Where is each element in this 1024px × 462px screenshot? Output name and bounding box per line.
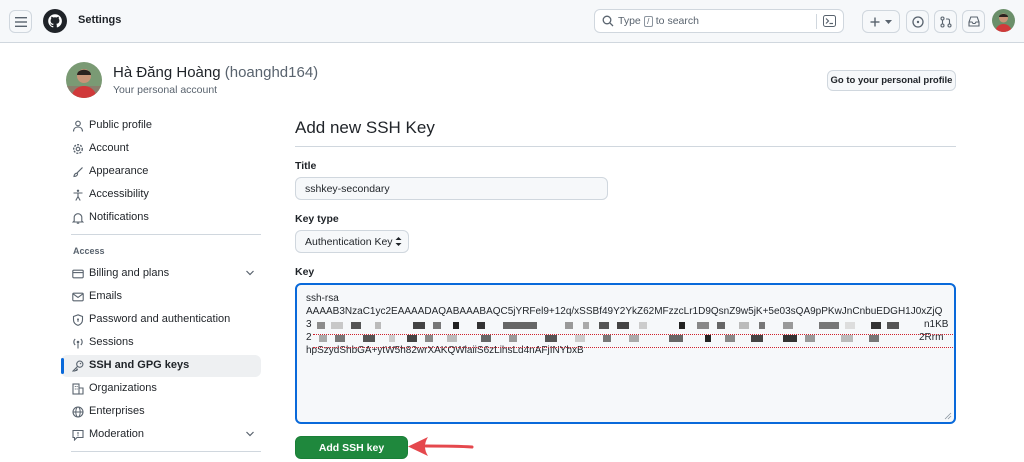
sidebar-item-emails[interactable]: Emails bbox=[61, 286, 261, 308]
sidebar-divider bbox=[71, 451, 261, 452]
gear-icon bbox=[72, 143, 84, 155]
issues-button[interactable] bbox=[906, 10, 929, 33]
key-textarea[interactable]: ssh-rsa AAAAB3NzaC1yc2EAAAADAQABAAABAQC5… bbox=[295, 283, 956, 424]
command-palette-icon[interactable] bbox=[823, 15, 836, 27]
key-line-start: 3 bbox=[306, 319, 312, 330]
sidebar-item-label: Moderation bbox=[89, 428, 145, 440]
search-placeholder-suffix: to search bbox=[655, 15, 699, 27]
sidebar-item-label: Organizations bbox=[89, 382, 157, 394]
sidebar-item-label: Accessibility bbox=[89, 188, 149, 200]
profile-avatar bbox=[66, 62, 102, 98]
menu-button[interactable] bbox=[9, 10, 32, 33]
key-line-end: n1KB bbox=[924, 319, 949, 330]
sidebar-item-enterprises[interactable]: Enterprises bbox=[61, 401, 261, 423]
sidebar-item-organizations[interactable]: Organizations bbox=[61, 378, 261, 400]
sidebar-item-label: Enterprises bbox=[89, 405, 145, 417]
sidebar-item-ssh-gpg-keys[interactable]: SSH and GPG keys bbox=[61, 355, 261, 377]
inbox-button[interactable] bbox=[962, 10, 985, 33]
git-pull-request-icon bbox=[939, 15, 952, 28]
select-arrows-icon bbox=[395, 237, 402, 246]
title-field-label: Title bbox=[295, 160, 317, 172]
sidebar-item-label: Billing and plans bbox=[89, 267, 170, 279]
inbox-icon bbox=[967, 16, 980, 27]
issue-opened-icon bbox=[911, 15, 924, 28]
page-context-title[interactable]: Settings bbox=[78, 14, 121, 26]
sidebar-item-label: Appearance bbox=[89, 165, 149, 177]
annotation-arrow-icon bbox=[408, 437, 474, 456]
search-divider bbox=[816, 14, 817, 29]
credit-card-icon bbox=[72, 269, 84, 279]
sidebar-item-label: Account bbox=[89, 142, 129, 154]
search-icon bbox=[602, 15, 614, 27]
sidebar-item-notifications[interactable]: Notifications bbox=[61, 207, 261, 229]
sidebar-item-public-profile[interactable]: Public profile bbox=[61, 115, 261, 137]
report-icon bbox=[72, 429, 84, 441]
key-field-label: Key bbox=[295, 266, 315, 278]
shield-lock-icon bbox=[72, 314, 84, 326]
sidebar-item-appearance[interactable]: Appearance bbox=[61, 161, 261, 183]
sidebar-item-label: Emails bbox=[89, 290, 123, 302]
user-avatar[interactable] bbox=[992, 9, 1015, 32]
person-icon bbox=[72, 120, 84, 132]
account-type-label: Your personal account bbox=[113, 84, 218, 96]
sidebar-item-label: Notifications bbox=[89, 211, 149, 223]
search-placeholder: Type / to search bbox=[618, 15, 699, 27]
sidebar-item-account[interactable]: Account bbox=[61, 138, 261, 160]
search-placeholder-prefix: Type bbox=[618, 15, 641, 27]
github-logo-icon[interactable] bbox=[43, 9, 67, 33]
search-input[interactable]: Type / to search bbox=[594, 9, 844, 33]
globe-icon bbox=[72, 406, 84, 418]
full-name: Hà Đăng Hoàng bbox=[113, 64, 221, 81]
title-field[interactable]: sshkey-secondary bbox=[295, 177, 608, 200]
sidebar-item-label: SSH and GPG keys bbox=[89, 359, 190, 371]
profile-display-name: Hà Đăng Hoàng (hoanghd164) bbox=[113, 64, 318, 81]
sidebar-divider bbox=[71, 234, 261, 235]
key-line: ssh-rsa bbox=[306, 293, 339, 304]
sidebar-section-access: Access bbox=[73, 246, 105, 256]
resize-handle-icon[interactable] bbox=[944, 412, 952, 420]
sidebar-item-label: Password and authentication bbox=[89, 313, 231, 325]
key-type-label: Key type bbox=[295, 213, 339, 225]
key-line-start: 2 bbox=[306, 332, 312, 343]
add-ssh-key-button[interactable]: Add SSH key bbox=[295, 436, 408, 459]
heading-divider bbox=[295, 146, 956, 147]
active-indicator bbox=[61, 358, 64, 374]
mail-icon bbox=[72, 292, 84, 302]
sidebar-item-label: Sessions bbox=[89, 336, 134, 348]
slash-key-hint: / bbox=[643, 15, 653, 27]
go-to-profile-button[interactable]: Go to your personal profile bbox=[827, 70, 956, 91]
spellcheck-underline bbox=[313, 346, 953, 348]
sidebar-item-label: Public profile bbox=[89, 119, 152, 131]
key-type-select[interactable]: Authentication Key bbox=[295, 230, 409, 253]
organization-icon bbox=[72, 383, 84, 395]
sidebar-item-password-auth[interactable]: Password and authentication bbox=[61, 309, 261, 331]
sidebar-item-billing[interactable]: Billing and plans bbox=[61, 263, 261, 285]
spellcheck-underline bbox=[313, 333, 953, 335]
chevron-down-icon[interactable] bbox=[245, 269, 255, 277]
paintbrush-icon bbox=[73, 167, 83, 178]
chevron-down-icon[interactable] bbox=[245, 430, 255, 438]
top-header: Settings Type / to search bbox=[0, 0, 1024, 43]
page-title: Add new SSH Key bbox=[295, 118, 435, 137]
hamburger-icon bbox=[14, 16, 27, 27]
sidebar-item-moderation[interactable]: Moderation bbox=[61, 424, 261, 446]
pull-requests-button[interactable] bbox=[934, 10, 957, 33]
key-line: AAAAB3NzaC1yc2EAAAADAQABAAABAQC5jYRFel9+… bbox=[306, 306, 943, 317]
plus-icon bbox=[870, 17, 880, 26]
create-new-button[interactable] bbox=[862, 10, 900, 33]
username: (hoanghd164) bbox=[224, 64, 319, 81]
bell-icon bbox=[72, 213, 84, 224]
caret-down-icon bbox=[885, 19, 892, 24]
sidebar-item-sessions[interactable]: Sessions bbox=[61, 332, 261, 354]
key-type-selected-value: Authentication Key bbox=[305, 236, 393, 248]
sidebar-item-accessibility[interactable]: Accessibility bbox=[61, 184, 261, 206]
key-icon bbox=[72, 360, 84, 372]
broadcast-icon bbox=[73, 338, 83, 349]
accessibility-icon bbox=[73, 189, 83, 201]
